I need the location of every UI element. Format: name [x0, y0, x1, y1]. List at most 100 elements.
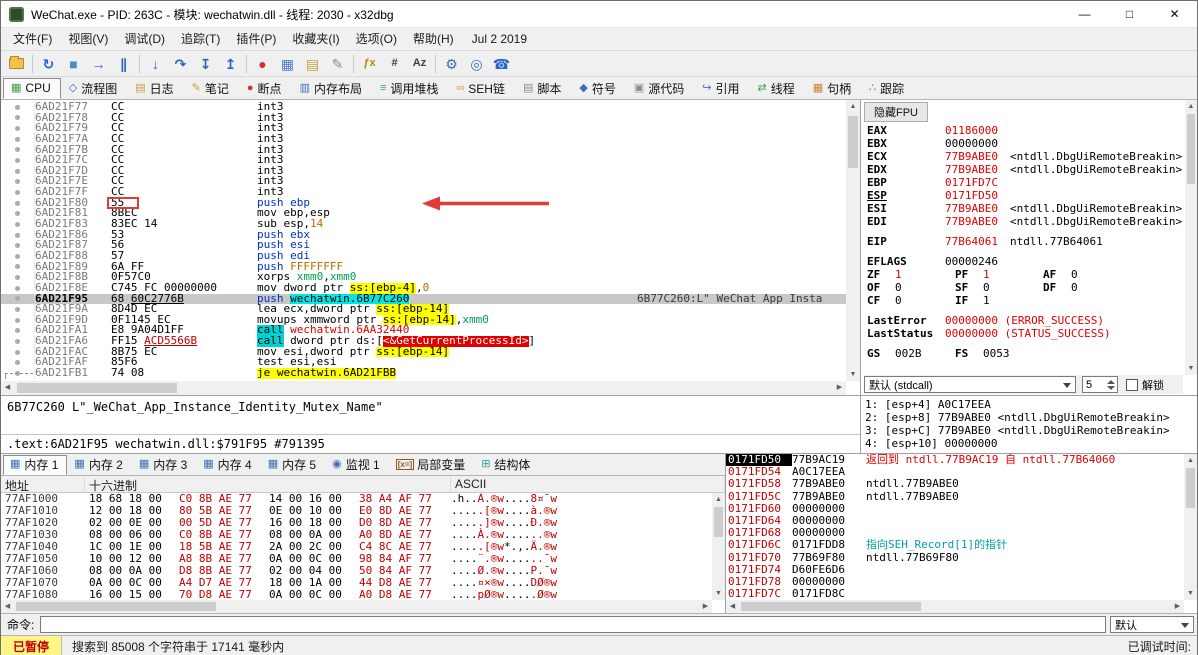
stack-row[interactable]: 0171FD70 77B69F80 ntdll.77B69F80	[726, 551, 1184, 564]
register-value-ebx[interactable]: 00000000	[945, 137, 998, 150]
breakpoint-gutter[interactable]	[1, 208, 35, 220]
menu-item-options[interactable]: 选项(O)	[348, 32, 405, 46]
dump-tab-dump-4[interactable]: ▦ 内存 4	[196, 455, 260, 475]
breakpoint-gutter[interactable]	[1, 336, 35, 347]
breakpoint-gutter[interactable]	[1, 219, 35, 230]
flag-df[interactable]: DF 0	[1043, 281, 1131, 294]
disasm-row[interactable]: 6AD21F7A CC int3	[1, 133, 846, 145]
menu-item-debug[interactable]: 调试(D)	[116, 32, 173, 46]
flag-cf[interactable]: CF 0	[867, 294, 955, 307]
dump-tab-dump-5[interactable]: ▦ 内存 5	[261, 455, 325, 475]
disasm-row[interactable]: 6AD21F79 CC int3	[1, 122, 846, 134]
flag-af[interactable]: AF 0	[1043, 268, 1131, 281]
menu-item-help[interactable]: 帮助(H)	[405, 32, 462, 46]
find-button[interactable]: ◎	[465, 53, 488, 75]
step-out-button[interactable]: ↥	[219, 53, 242, 75]
unlock-checkbox[interactable]: 解锁	[1126, 377, 1164, 393]
breakpoint-gutter[interactable]	[1, 250, 35, 262]
breakpoint-gutter[interactable]	[1, 197, 35, 209]
breakpoint-gutter[interactable]	[1, 272, 35, 283]
step-into-button[interactable]: ↓	[144, 53, 167, 75]
arg-row[interactable]: 3: [esp+C] 77B9ABE0 <ntdll.DbgUiRemoteBr…	[865, 424, 1193, 437]
disasm-row[interactable]: 6AD21F83 83EC 14 sub esp,14	[1, 218, 846, 230]
flag-if[interactable]: IF 1	[955, 294, 1043, 307]
dump-tab-locals[interactable]: [x=] 局部变量	[389, 455, 474, 475]
dump-tab-dump-1[interactable]: ▦ 内存 1	[3, 455, 68, 475]
register-value-laststatus[interactable]: 00000000 (STATUS_SUCCESS)	[945, 327, 1111, 340]
dump-tab-struct[interactable]: ⊞ 结构体	[474, 455, 539, 475]
hide-fpu-button[interactable]: 隐藏FPU	[864, 102, 928, 122]
breakpoint-gutter[interactable]	[1, 240, 35, 251]
menu-item-trace[interactable]: 追踪(T)	[173, 32, 228, 46]
arg-row[interactable]: 4: [esp+10] 00000000	[865, 437, 1193, 450]
tab-cpu[interactable]: ▦ CPU	[3, 78, 61, 99]
tab-script[interactable]: ▤ 脚本	[515, 78, 571, 99]
disasm-row[interactable]: 6AD21F7F CC int3	[1, 186, 846, 198]
register-value-edi[interactable]: 77B9ABE0	[945, 215, 998, 228]
breakpoint-gutter[interactable]	[1, 144, 35, 156]
command-profile-select[interactable]: 默认	[1110, 616, 1194, 633]
registers-vscrollbar[interactable]	[1185, 100, 1197, 375]
disasm-row[interactable]: 6AD21F7B CC int3	[1, 144, 846, 156]
register-value-eflags[interactable]: 00000246	[945, 255, 998, 268]
breakpoint-gutter[interactable]	[1, 187, 35, 198]
register-value-lasterror[interactable]: 00000000 (ERROR_SUCCESS)	[945, 314, 1104, 327]
breakpoint-gutter[interactable]	[1, 282, 35, 294]
arg-count-spinner[interactable]: 5	[1082, 376, 1118, 393]
stack-row[interactable]: 0171FD58 77B9ABE0 ntdll.77B9ABE0	[726, 478, 1184, 490]
dump-header-hex[interactable]: 十六进制	[85, 476, 451, 493]
breakpoint-gutter[interactable]	[1, 261, 35, 273]
stack-vscrollbar[interactable]	[1184, 454, 1197, 600]
close-button[interactable]: ✕	[1152, 1, 1197, 28]
breakpoint-gutter[interactable]	[1, 165, 35, 177]
disasm-row[interactable]: 6AD21F77 CC int3	[1, 101, 846, 113]
disasm-row[interactable]: 6AD21F7E CC int3	[1, 175, 846, 188]
dump-vscrollbar[interactable]	[712, 493, 725, 600]
register-value-esp[interactable]: 0171FD50	[945, 189, 998, 202]
breakpoint-gutter[interactable]	[1, 368, 35, 379]
breakpoint-gutter[interactable]	[1, 293, 35, 305]
breakpoint-gutter[interactable]	[1, 155, 35, 166]
dump-tab-watch-1[interactable]: ◉ 监视 1	[325, 455, 389, 475]
execute-till-return-button[interactable]: ↧	[194, 53, 217, 75]
attach-button[interactable]: ☎	[490, 53, 513, 75]
menu-item-view[interactable]: 视图(V)	[60, 32, 116, 46]
breakpoint-gutter[interactable]	[1, 325, 35, 337]
disasm-vscrollbar[interactable]	[846, 100, 860, 381]
tab-symbols[interactable]: ◆ 符号	[571, 78, 625, 99]
notes-button[interactable]: ✎	[326, 53, 349, 75]
tab-memory-map[interactable]: ▥ 内存布局	[292, 78, 372, 99]
stack-hscrollbar[interactable]	[726, 600, 1184, 613]
memory-map-button[interactable]: ▦	[276, 53, 299, 75]
menu-item-favourites[interactable]: 收藏夹(I)	[284, 32, 347, 46]
breakpoint-gutter[interactable]	[1, 102, 35, 113]
register-value-eax[interactable]: 01186000	[945, 124, 998, 137]
pause-button[interactable]: ∥	[112, 53, 135, 75]
flag-gs[interactable]: GS 002B	[867, 347, 955, 360]
menu-item-file[interactable]: 文件(F)	[5, 32, 60, 46]
dump-hscrollbar[interactable]	[1, 600, 712, 613]
breakpoint-gutter[interactable]	[1, 304, 35, 315]
breakpoints-button[interactable]: ●	[251, 53, 274, 75]
tab-seh-chain[interactable]: ∞ SEH链	[448, 78, 515, 99]
tab-log[interactable]: ▤ 日志	[127, 78, 183, 99]
register-value-ecx[interactable]: 77B9ABE0	[945, 150, 998, 163]
breakpoint-gutter[interactable]	[1, 176, 35, 188]
maximize-button[interactable]: □	[1107, 1, 1152, 28]
tab-source[interactable]: ▣ 源代码	[626, 78, 694, 99]
run-button[interactable]: →	[87, 53, 110, 75]
breakpoint-gutter[interactable]	[1, 357, 35, 369]
breakpoint-gutter[interactable]	[1, 133, 35, 145]
register-value-eip[interactable]: 77B64061	[945, 235, 998, 248]
tab-trace[interactable]: ∴ 跟踪	[861, 78, 914, 99]
flag-pf[interactable]: PF 1	[955, 268, 1043, 281]
disasm-row[interactable]: 6AD21F86 53 push ebx	[1, 229, 846, 241]
breakpoint-gutter[interactable]	[1, 112, 35, 124]
calling-convention-select[interactable]: 默认 (stdcall)	[864, 376, 1076, 393]
tab-call-stack[interactable]: ≡ 调用堆栈	[372, 78, 448, 99]
tab-threads[interactable]: ⇄ 线程	[750, 78, 805, 99]
disasm-hscrollbar[interactable]	[1, 381, 846, 395]
disasm-row[interactable]: 6AD21FB1 74 08 je wechatwin.6AD21FBB	[1, 367, 846, 379]
stop-button[interactable]: ■	[62, 53, 85, 75]
flag-sf[interactable]: SF 0	[955, 281, 1043, 294]
